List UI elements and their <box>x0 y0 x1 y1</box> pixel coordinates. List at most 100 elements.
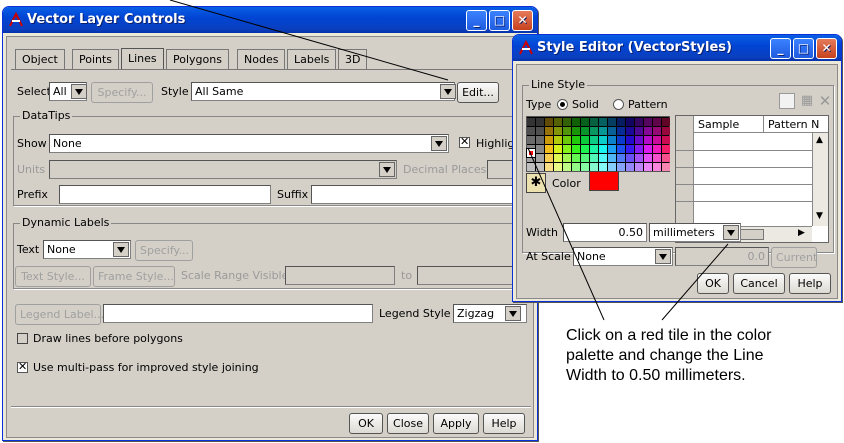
style-field[interactable]: All Same <box>191 82 455 101</box>
palette-tile[interactable] <box>554 145 562 153</box>
palette-tile[interactable] <box>590 163 598 171</box>
width-field[interactable]: 0.50 <box>563 223 647 242</box>
at-scale-dropdown-arrow[interactable] <box>655 249 671 264</box>
palette-tile[interactable] <box>635 154 643 162</box>
legend-label-button[interactable]: Legend Label... <box>15 304 104 325</box>
show-field[interactable]: None <box>49 134 449 153</box>
palette-tile[interactable] <box>662 136 670 144</box>
palette-tile[interactable] <box>599 136 607 144</box>
table-row[interactable] <box>676 184 812 185</box>
palette-selected-tile[interactable] <box>526 148 536 158</box>
palette-tile[interactable] <box>626 154 634 162</box>
palette-tile[interactable] <box>617 118 625 126</box>
style-dropdown-arrow[interactable] <box>440 84 456 99</box>
palette-tile[interactable] <box>617 145 625 153</box>
maximize-button[interactable]: □ <box>489 10 510 31</box>
palette-tile[interactable] <box>608 118 616 126</box>
scale-range-max-field[interactable] <box>417 266 521 285</box>
draw-lines-checkbox[interactable] <box>17 333 28 344</box>
legend-label-field[interactable] <box>103 304 373 323</box>
palette-tile[interactable] <box>581 136 589 144</box>
palette-tile[interactable] <box>608 145 616 153</box>
palette-tile[interactable] <box>635 127 643 135</box>
close-window-button[interactable]: ✕ <box>512 10 533 31</box>
scale-value-field[interactable]: 0.0 <box>675 247 769 266</box>
multipass-checkbox[interactable] <box>17 360 28 374</box>
palette-tile[interactable] <box>527 163 535 171</box>
palette-tile[interactable] <box>536 145 544 153</box>
style-editor-titlebar[interactable]: Style Editor (VectorStyles) _ □ ✕ <box>513 35 841 61</box>
palette-tile[interactable] <box>554 154 562 162</box>
palette-tile[interactable] <box>635 118 643 126</box>
tab-object[interactable]: Object <box>15 49 65 69</box>
tab-3d[interactable]: 3D <box>338 49 368 69</box>
palette-tile[interactable] <box>527 136 535 144</box>
edit-style-button[interactable]: Edit... <box>457 82 499 103</box>
palette-tile[interactable] <box>644 145 652 153</box>
show-dropdown-arrow[interactable] <box>431 136 447 151</box>
palette-tile[interactable] <box>545 127 553 135</box>
palette-tile[interactable] <box>644 118 652 126</box>
select-dropdown-arrow[interactable] <box>71 84 87 99</box>
palette-tile[interactable] <box>626 145 634 153</box>
se-close-button[interactable]: ✕ <box>816 38 837 59</box>
palette-tile[interactable] <box>581 145 589 153</box>
palette-tile[interactable] <box>545 154 553 162</box>
palette-tile[interactable] <box>572 136 580 144</box>
palette-tile[interactable] <box>644 136 652 144</box>
palette-tile[interactable] <box>545 136 553 144</box>
palette-tile[interactable] <box>554 118 562 126</box>
palette-tile[interactable] <box>662 154 670 162</box>
width-units-dropdown-arrow[interactable] <box>723 225 739 240</box>
palette-tile[interactable] <box>617 163 625 171</box>
palette-tile[interactable] <box>590 118 598 126</box>
palette-tile[interactable] <box>554 163 562 171</box>
palette-tile[interactable] <box>662 145 670 153</box>
highlight-checkbox[interactable] <box>459 135 470 149</box>
color-palette-swatches[interactable] <box>527 117 671 173</box>
se-cancel-button[interactable]: Cancel <box>733 273 785 294</box>
palette-tile[interactable] <box>545 118 553 126</box>
palette-tile[interactable] <box>572 118 580 126</box>
new-style-icon[interactable] <box>779 93 795 109</box>
palette-tile[interactable] <box>536 154 544 162</box>
palette-tile[interactable] <box>599 163 607 171</box>
palette-tile[interactable] <box>635 136 643 144</box>
palette-tile[interactable] <box>563 145 571 153</box>
palette-tile[interactable] <box>590 136 598 144</box>
tab-polygons[interactable]: Polygons <box>166 49 229 69</box>
scroll-right-icon[interactable]: ▶ <box>798 228 805 238</box>
minimize-button[interactable]: _ <box>466 10 487 31</box>
palette-tile[interactable] <box>527 118 535 126</box>
palette-tile[interactable] <box>617 154 625 162</box>
palette-tile[interactable] <box>617 127 625 135</box>
palette-tile[interactable] <box>644 127 652 135</box>
palette-tile[interactable] <box>572 127 580 135</box>
palette-tile[interactable] <box>608 163 616 171</box>
scale-range-min-field[interactable] <box>285 266 395 285</box>
se-minimize-button[interactable]: _ <box>770 38 791 59</box>
palette-tile[interactable] <box>662 118 670 126</box>
palette-tile[interactable] <box>581 154 589 162</box>
palette-tile[interactable] <box>563 154 571 162</box>
color-palette[interactable] <box>526 116 670 172</box>
tab-nodes[interactable]: Nodes <box>237 49 286 69</box>
palette-tile[interactable] <box>599 118 607 126</box>
legend-style-dropdown-arrow[interactable] <box>505 306 521 321</box>
pattern-radio[interactable] <box>613 99 624 110</box>
current-button[interactable]: Current <box>771 247 817 268</box>
table-row[interactable] <box>676 201 812 202</box>
solid-radio[interactable] <box>557 99 568 110</box>
palette-tile[interactable] <box>581 127 589 135</box>
se-help-button[interactable]: Help <box>789 273 831 294</box>
palette-tile[interactable] <box>590 127 598 135</box>
palette-tile[interactable] <box>581 163 589 171</box>
specify-button[interactable]: Specify... <box>91 82 153 103</box>
palette-tile[interactable] <box>545 145 553 153</box>
palette-tile[interactable] <box>662 127 670 135</box>
palette-tile[interactable] <box>536 127 544 135</box>
palette-tile[interactable] <box>644 163 652 171</box>
prefix-field[interactable] <box>59 185 271 204</box>
se-ok-button[interactable]: OK <box>697 273 729 294</box>
color-picker-icon[interactable]: ✱ <box>526 173 546 193</box>
